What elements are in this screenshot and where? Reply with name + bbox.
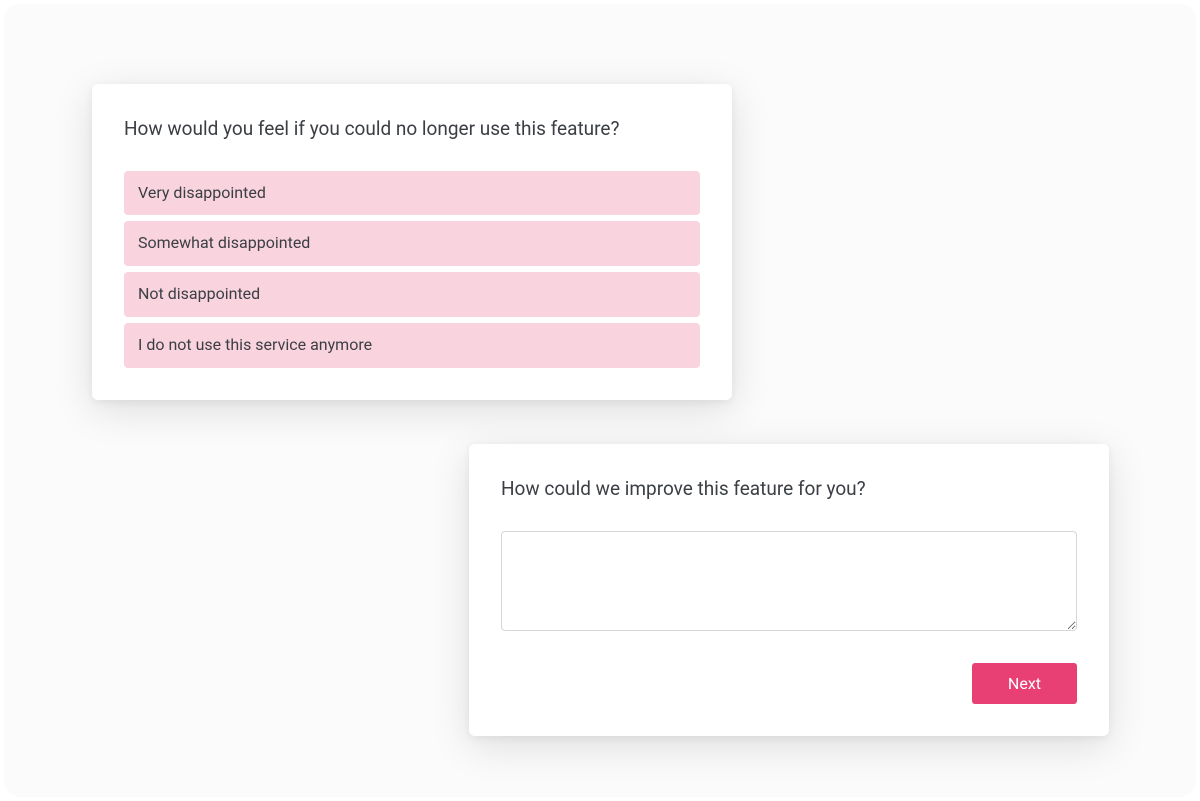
page-canvas: How would you feel if you could no longe… — [4, 4, 1196, 797]
options-list: Very disappointed Somewhat disappointed … — [124, 171, 700, 368]
option-very-disappointed[interactable]: Very disappointed — [124, 171, 700, 216]
survey-card-feedback: How could we improve this feature for yo… — [469, 444, 1109, 736]
card-footer: Next — [501, 663, 1077, 704]
question-title: How would you feel if you could no longe… — [124, 116, 700, 143]
feedback-textarea[interactable] — [501, 531, 1077, 631]
question-title: How could we improve this feature for yo… — [501, 476, 1077, 503]
next-button[interactable]: Next — [972, 663, 1077, 704]
option-not-disappointed[interactable]: Not disappointed — [124, 272, 700, 317]
survey-card-sentiment: How would you feel if you could no longe… — [92, 84, 732, 400]
option-somewhat-disappointed[interactable]: Somewhat disappointed — [124, 221, 700, 266]
option-not-using[interactable]: I do not use this service anymore — [124, 323, 700, 368]
